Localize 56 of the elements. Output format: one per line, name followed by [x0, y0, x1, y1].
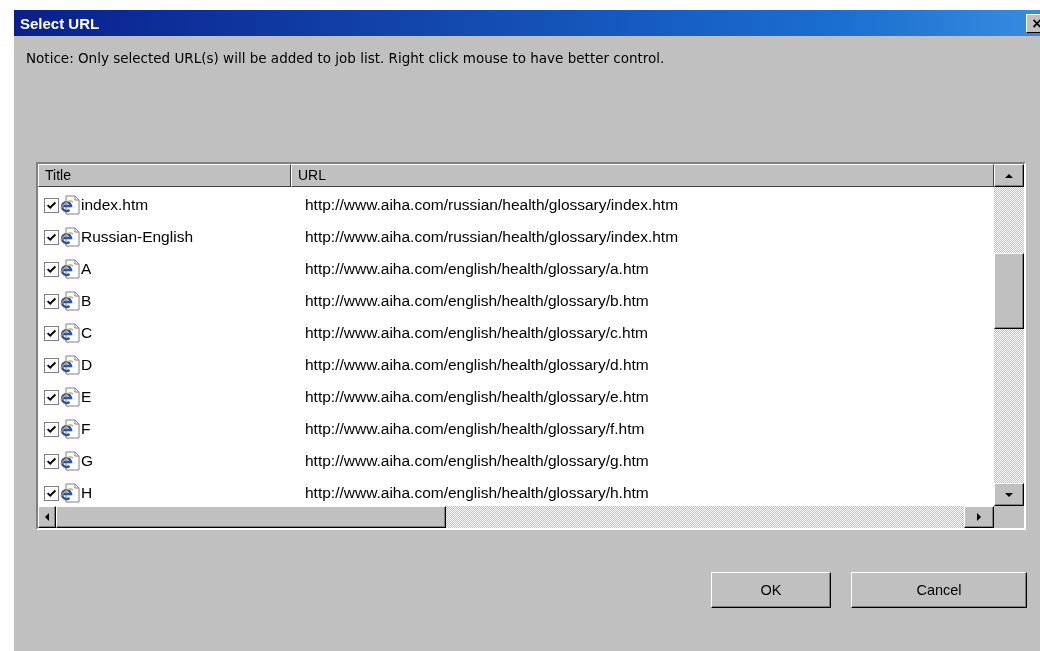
title-cell: H [81, 484, 93, 502]
web-page-icon [60, 291, 80, 311]
vertical-scrollbar[interactable] [994, 164, 1024, 506]
web-page-icon [60, 451, 80, 471]
horizontal-scrollbar[interactable] [38, 506, 994, 528]
checkbox[interactable] [44, 325, 59, 341]
scroll-thumb[interactable] [56, 506, 446, 528]
url-cell-text: http://www.aiha.com/english/health/glossary/c.htm [304, 324, 648, 342]
title-cell: Russian-English [81, 228, 193, 246]
url-cell-text: http://www.aiha.com/english/health/glossary/h.htm [304, 484, 649, 502]
triangle-right-icon [974, 512, 984, 522]
web-page-icon [60, 483, 80, 503]
title-cell: B [81, 292, 92, 310]
url-cell-text: http://www.aiha.com/english/health/glossary/g.htm [304, 452, 649, 470]
checkbox[interactable] [44, 421, 59, 437]
ok-button[interactable]: OK [711, 572, 831, 608]
url-cell-text: http://www.aiha.com/russian/health/glossary/index.htm [304, 196, 679, 214]
url-cell-text: http://www.aiha.com/english/health/glossary/a.htm [304, 260, 649, 278]
title-cell: G [81, 452, 94, 470]
window-title: Select URL [20, 14, 100, 32]
web-page-icon [60, 195, 80, 215]
title-cell: E [81, 388, 92, 406]
web-page-icon [60, 259, 80, 279]
url-cell-text: http://www.aiha.com/english/health/glossary/d.htm [304, 356, 649, 374]
column-header[interactable]: Title [38, 164, 291, 187]
scroll-right-button[interactable] [964, 506, 994, 528]
title-cell: C [81, 324, 93, 342]
title-cell: index.htm [81, 196, 149, 214]
checkbox[interactable] [44, 485, 59, 501]
url-cell-text: http://www.aiha.com/english/health/glossary/b.htm [304, 292, 649, 310]
title-cell: A [81, 260, 92, 278]
checkbox[interactable] [44, 293, 59, 309]
web-page-icon [60, 419, 80, 439]
notice-text: Notice: Only selected URL(s) will be added to job list. Right click mouse to have better control. [26, 50, 666, 66]
scroll-left-button[interactable] [38, 506, 56, 528]
web-page-icon [60, 387, 80, 407]
url-cell-text: http://www.aiha.com/english/health/glossary/f.htm [304, 420, 645, 438]
checkbox[interactable] [44, 357, 59, 373]
web-page-icon [60, 355, 80, 375]
scrollbar-corner [994, 506, 1024, 528]
checkbox[interactable] [44, 453, 59, 469]
url-cell-text: http://www.aiha.com/russian/health/glossary/index.htm [304, 228, 679, 246]
cancel-button[interactable]: Cancel [851, 572, 1027, 608]
web-page-icon [60, 323, 80, 343]
checkbox[interactable] [44, 389, 59, 405]
column-header[interactable]: URL [290, 164, 994, 187]
url-cell-text: http://www.aiha.com/english/health/glossary/e.htm [304, 388, 649, 406]
scroll-up-button[interactable] [994, 164, 1024, 187]
checkbox[interactable] [44, 261, 59, 277]
title-cell: D [81, 356, 93, 374]
checkbox[interactable] [44, 197, 59, 213]
checkbox[interactable] [44, 229, 59, 245]
scroll-thumb[interactable] [994, 253, 1024, 329]
scroll-down-button[interactable] [994, 483, 1024, 506]
web-page-icon [60, 227, 80, 247]
title-cell: F [81, 420, 91, 438]
